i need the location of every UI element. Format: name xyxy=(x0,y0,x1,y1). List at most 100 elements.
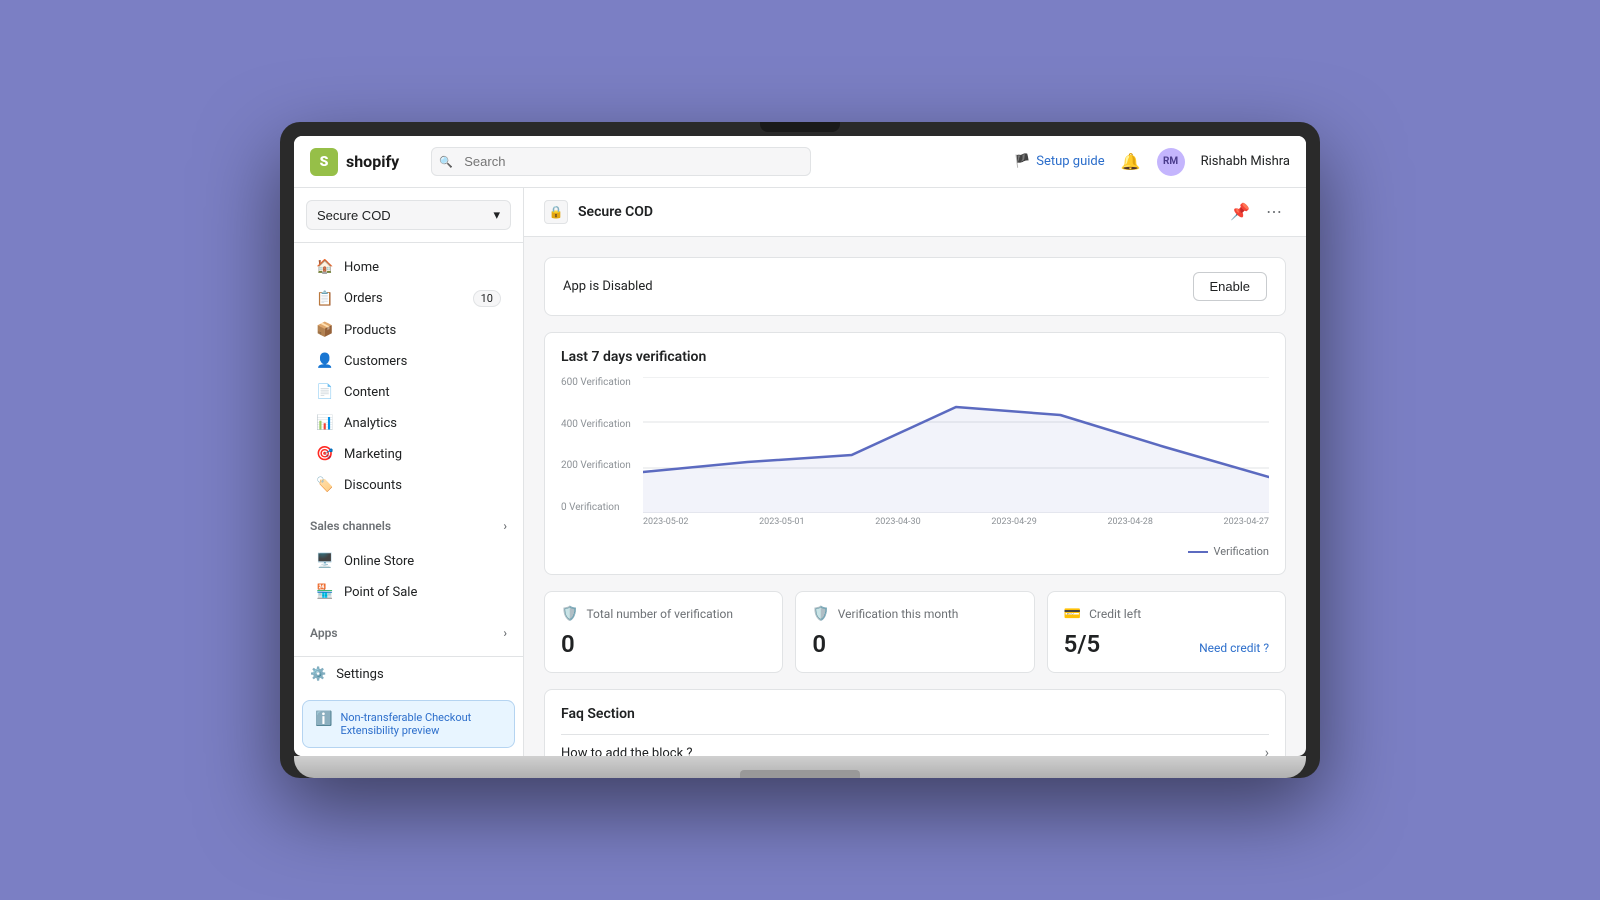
stat-value-month: 0 xyxy=(812,630,1017,658)
y-label-0: 0 Verification xyxy=(561,502,641,513)
laptop-bottom xyxy=(294,756,1306,778)
nav-label-customers: Customers xyxy=(344,354,407,369)
stats-row: 🛡️ Total number of verification 0 🛡️ Ver… xyxy=(544,591,1286,673)
stat-card-total: 🛡️ Total number of verification 0 xyxy=(544,591,783,673)
user-name: Rishabh Mishra xyxy=(1201,154,1290,169)
chart-x-labels: 2023-05-02 2023-05-01 2023-04-30 2023-04… xyxy=(643,517,1269,537)
laptop-screen: S shopify 🏴 Setup guide 🔔 RM xyxy=(294,136,1306,756)
sidebar-item-marketing[interactable]: 🎯 Marketing xyxy=(300,439,517,469)
sidebar-item-analytics[interactable]: 📊 Analytics xyxy=(300,408,517,438)
store-name: Secure COD xyxy=(317,208,391,223)
sidebar-item-orders[interactable]: 📋 Orders 10 xyxy=(300,283,517,314)
nav-label-pos: Point of Sale xyxy=(344,585,417,600)
settings-icon: ⚙️ xyxy=(310,667,326,682)
online-store-icon: 🖥️ xyxy=(316,553,334,569)
chart-title: Last 7 days verification xyxy=(561,349,1269,365)
settings-label: Settings xyxy=(336,667,383,682)
setup-guide-btn[interactable]: 🏴 Setup guide xyxy=(1014,154,1105,169)
y-label-200: 200 Verification xyxy=(561,460,641,471)
legend-line xyxy=(1188,551,1208,553)
legend-label: Verification xyxy=(1214,545,1269,558)
sidebar-item-settings[interactable]: ⚙️ Settings xyxy=(294,657,523,692)
y-label-600: 600 Verification xyxy=(561,377,641,388)
customers-icon: 👤 xyxy=(316,353,334,369)
main-layout: Secure COD ▾ 🏠 Home 📋 Orders 10 xyxy=(294,188,1306,756)
sales-channels-header: Sales channels › xyxy=(294,509,523,537)
y-label-400: 400 Verification xyxy=(561,419,641,430)
flag-icon: 🏴 xyxy=(1014,154,1030,169)
sidebar-item-products[interactable]: 📦 Products xyxy=(300,315,517,345)
sidebar: Secure COD ▾ 🏠 Home 📋 Orders 10 xyxy=(294,188,524,756)
shield-icon-1: 🛡️ xyxy=(561,606,578,622)
search-wrap xyxy=(431,147,811,176)
expand-icon[interactable]: › xyxy=(503,519,507,533)
nav-label-products: Products xyxy=(344,323,396,338)
home-icon: 🏠 xyxy=(316,259,334,275)
stat-label-text-total: Total number of verification xyxy=(586,607,733,621)
pin-icon[interactable]: 📌 xyxy=(1226,198,1254,226)
apps-expand-icon[interactable]: › xyxy=(503,626,507,640)
nav-section-sales: 🖥️ Online Store 🏪 Point of Sale xyxy=(294,537,523,616)
header-actions: 📌 ⋯ xyxy=(1226,198,1286,226)
analytics-icon: 📊 xyxy=(316,415,334,431)
enable-button[interactable]: Enable xyxy=(1193,272,1267,301)
disabled-text: App is Disabled xyxy=(563,279,653,294)
chart-card: Last 7 days verification 600 Verificatio… xyxy=(544,332,1286,575)
logo-icon: S xyxy=(310,148,338,176)
x-label-1: 2023-05-02 xyxy=(643,517,688,537)
products-icon: 📦 xyxy=(316,322,334,338)
chart-legend: Verification xyxy=(561,545,1269,558)
x-label-5: 2023-04-28 xyxy=(1107,517,1152,537)
shopify-logo: S shopify xyxy=(310,148,399,176)
info-banner: ℹ️ Non-transferable Checkout Extensibili… xyxy=(302,700,515,748)
nav-section-main: 🏠 Home 📋 Orders 10 📦 Products xyxy=(294,243,523,509)
x-label-3: 2023-04-30 xyxy=(875,517,920,537)
sidebar-item-pos[interactable]: 🏪 Point of Sale xyxy=(300,577,517,607)
credit-icon: 💳 xyxy=(1064,606,1081,622)
stat-label-text-credit: Credit left xyxy=(1089,607,1141,621)
bell-icon[interactable]: 🔔 xyxy=(1121,152,1141,171)
content-area: 🔒 Secure COD 📌 ⋯ App is Disabled Enable xyxy=(524,188,1306,756)
info-icon: ℹ️ xyxy=(315,711,332,737)
search-input[interactable] xyxy=(431,147,811,176)
chevron-down-icon: ▾ xyxy=(493,207,500,223)
chart-y-labels: 600 Verification 400 Verification 200 Ve… xyxy=(561,377,641,513)
faq-question-1: How to add the block ? xyxy=(561,746,693,757)
faq-card: Faq Section How to add the block ? › Wha… xyxy=(544,689,1286,756)
more-options-icon[interactable]: ⋯ xyxy=(1262,198,1286,226)
stat-label-total: 🛡️ Total number of verification xyxy=(561,606,766,622)
nav-label-online-store: Online Store xyxy=(344,554,414,569)
x-label-2: 2023-05-01 xyxy=(759,517,804,537)
need-credit-link[interactable]: Need credit ? xyxy=(1199,641,1269,655)
chart-svg xyxy=(643,377,1269,513)
avatar-initials: RM xyxy=(1163,156,1178,167)
apps-header: Apps › xyxy=(294,616,523,644)
sidebar-item-home[interactable]: 🏠 Home xyxy=(300,252,517,282)
pos-icon: 🏪 xyxy=(316,584,334,600)
content-header: 🔒 Secure COD 📌 ⋯ xyxy=(524,188,1306,237)
sidebar-item-online-store[interactable]: 🖥️ Online Store xyxy=(300,546,517,576)
stat-value-credit: 5/5 xyxy=(1064,630,1101,658)
setup-guide-label: Setup guide xyxy=(1036,154,1104,169)
nav-label-home: Home xyxy=(344,260,379,275)
sidebar-item-content[interactable]: 📄 Content xyxy=(300,377,517,407)
app-container: S shopify 🏴 Setup guide 🔔 RM xyxy=(294,136,1306,756)
stat-value-total: 0 xyxy=(561,630,766,658)
sidebar-item-customers[interactable]: 👤 Customers xyxy=(300,346,517,376)
store-selector-btn[interactable]: Secure COD ▾ xyxy=(306,200,511,230)
orders-icon: 📋 xyxy=(316,291,334,307)
logo-text: shopify xyxy=(346,152,399,171)
content-header-left: 🔒 Secure COD xyxy=(544,200,653,224)
avatar: RM xyxy=(1157,148,1185,176)
faq-item-1[interactable]: How to add the block ? › xyxy=(561,734,1269,756)
faq-title: Faq Section xyxy=(561,706,1269,722)
chart-area: 600 Verification 400 Verification 200 Ve… xyxy=(561,377,1269,537)
apps-label: Apps xyxy=(310,626,338,640)
orders-badge: 10 xyxy=(473,290,501,307)
nav-label-content: Content xyxy=(344,385,390,400)
content-icon: 📄 xyxy=(316,384,334,400)
sidebar-item-discounts[interactable]: 🏷️ Discounts xyxy=(300,470,517,500)
laptop-frame: S shopify 🏴 Setup guide 🔔 RM xyxy=(280,122,1320,778)
nav-label-orders: Orders xyxy=(344,291,383,306)
faq-chevron-1: › xyxy=(1265,745,1269,756)
